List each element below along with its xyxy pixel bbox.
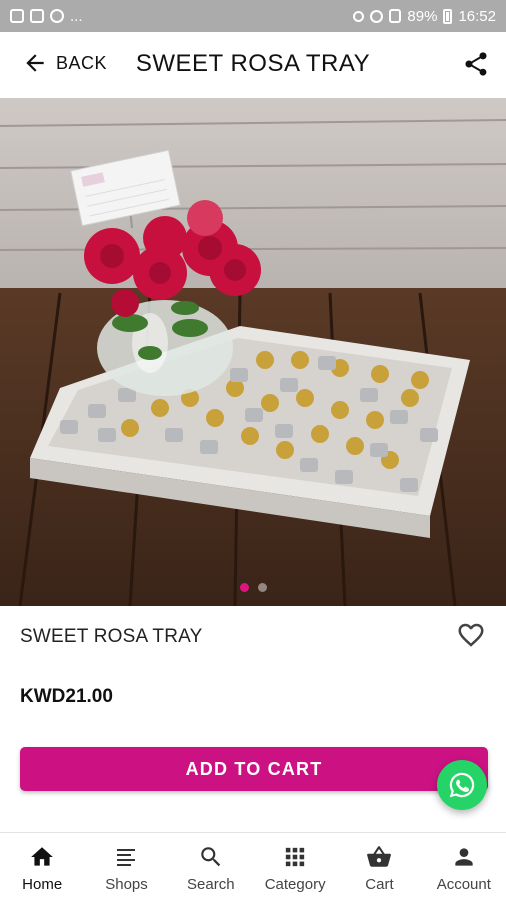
share-button[interactable]: [462, 50, 490, 83]
clock: 16:52: [458, 7, 496, 25]
battery-percent: 89%: [407, 7, 438, 25]
bottom-navigation: Home Shops Search Category Cart Account: [0, 832, 506, 900]
product-photo: [0, 98, 506, 606]
carousel-indicators: [0, 583, 506, 592]
back-button[interactable]: BACK: [22, 50, 107, 76]
wifi-icon: [370, 9, 384, 23]
shops-list-icon: [113, 844, 139, 870]
arrow-back-icon: [26, 54, 44, 72]
location-icon: [353, 10, 365, 22]
cart-basket-icon: [366, 844, 392, 870]
search-icon: [198, 844, 224, 870]
carousel-dot-1[interactable]: [239, 583, 249, 592]
product-name: SWEET ROSA TRAY: [20, 626, 203, 647]
nav-account[interactable]: Account: [422, 833, 506, 900]
nav-cart-label: Cart: [365, 876, 394, 893]
notification-globe-icon: [50, 9, 64, 23]
product-price: KWD21.00: [20, 686, 113, 707]
back-label: BACK: [56, 52, 108, 73]
nav-search-label: Search: [187, 876, 235, 893]
nav-shops-label: Shops: [105, 876, 148, 893]
nav-category-label: Category: [264, 876, 326, 893]
share-icon: [465, 52, 487, 76]
app-bar: BACK SWEET ROSA TRAY: [0, 32, 506, 98]
nav-shops[interactable]: Shops: [84, 833, 168, 900]
nav-home[interactable]: Home: [0, 833, 84, 900]
status-left: ...: [10, 8, 83, 25]
home-icon: [29, 844, 55, 870]
whatsapp-chat-button[interactable]: [437, 760, 487, 810]
status-right: 89% 16:52: [353, 8, 496, 25]
category-grid-icon: [282, 844, 308, 870]
nav-cart[interactable]: Cart: [337, 833, 421, 900]
add-to-cart-button[interactable]: ADD TO CART: [20, 747, 488, 791]
nav-account-label: Account: [436, 876, 491, 893]
account-person-icon: [451, 844, 477, 870]
notification-image-icon: [10, 9, 24, 23]
nav-category[interactable]: Category: [253, 833, 337, 900]
notification-more: ...: [70, 7, 83, 25]
battery-icon: [443, 8, 453, 24]
notification-flag-icon: [30, 9, 44, 23]
nav-home-label: Home: [22, 876, 63, 893]
status-bar: ... 89% 16:52: [0, 0, 506, 32]
signal-icon: [389, 9, 402, 23]
carousel-dot-2[interactable]: [257, 583, 267, 592]
nav-search[interactable]: Search: [169, 833, 253, 900]
wishlist-button[interactable]: [456, 620, 486, 655]
whatsapp-icon: [449, 772, 475, 798]
heart-outline-icon: [458, 623, 484, 647]
product-image-carousel[interactable]: [0, 98, 506, 606]
